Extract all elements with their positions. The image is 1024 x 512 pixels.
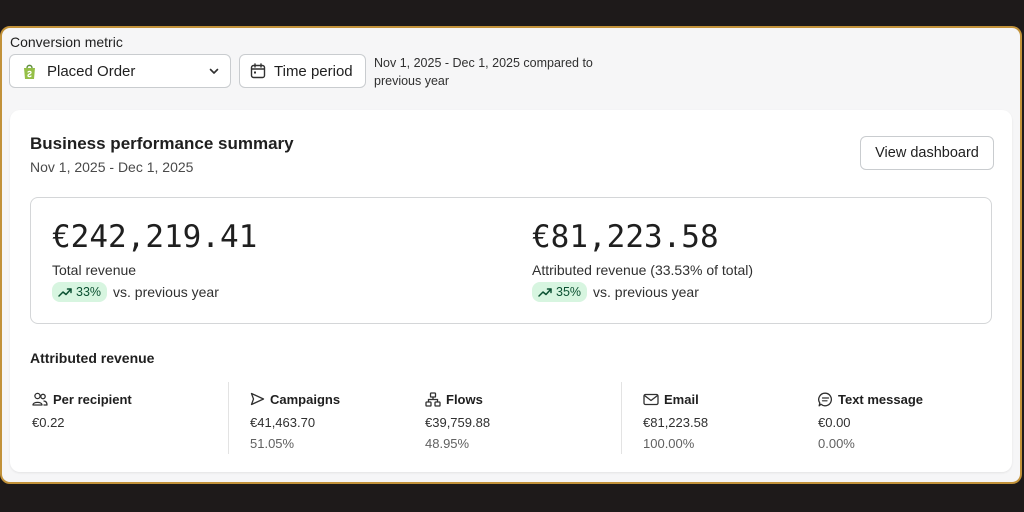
attributed-revenue-metric: €81,223.58 Attributed revenue (33.53% of… <box>532 220 753 302</box>
chevron-down-icon <box>208 65 220 77</box>
attributed-revenue-value: €81,223.58 <box>532 219 719 255</box>
flow-icon <box>425 391 441 407</box>
mail-icon <box>643 393 659 405</box>
attributed-revenue-trend: 35% vs. previous year <box>532 282 753 302</box>
stat-label: Per recipient <box>53 391 132 407</box>
selected-metric-label: Placed Order <box>47 62 136 80</box>
stat-text-message: Text message €0.00 0.00% <box>818 390 924 452</box>
stat-share: 48.95% <box>425 436 470 451</box>
message-icon <box>818 392 832 406</box>
stat-share: 51.05% <box>250 436 295 451</box>
send-icon <box>250 392 265 406</box>
total-revenue-metric: €242,219.41 Total revenue 33% vs. previo… <box>52 220 257 302</box>
users-icon <box>32 392 48 406</box>
stat-value: €0.22 <box>32 415 65 430</box>
stat-campaigns: Campaigns €41,463.70 51.05% <box>250 390 341 452</box>
view-dashboard-button[interactable]: View dashboard <box>860 136 994 170</box>
revenue-summary-box: €242,219.41 Total revenue 33% vs. previo… <box>30 197 992 324</box>
total-revenue-label: Total revenue <box>52 262 137 278</box>
shopify-bag-icon <box>22 63 37 80</box>
conversion-metric-label: Conversion metric <box>10 34 123 50</box>
stat-share: 100.00% <box>643 436 695 451</box>
total-revenue-trend: 33% vs. previous year <box>52 282 257 302</box>
card-title: Business performance summary <box>30 134 294 153</box>
attributed-revenue-label: Attributed revenue (33.53% of total) <box>532 262 754 278</box>
stat-value: €81,223.58 <box>643 415 709 430</box>
time-period-label: Time period <box>274 62 353 80</box>
total-revenue-value: €242,219.41 <box>52 219 258 255</box>
trend-badge: 33% <box>52 282 108 302</box>
business-performance-card: Business performance summary Nov 1, 2025… <box>10 110 1012 472</box>
calendar-icon <box>250 63 266 79</box>
stat-value: €41,463.70 <box>250 415 316 430</box>
stat-label: Flows <box>446 391 483 407</box>
stat-divider <box>621 382 622 454</box>
time-period-button[interactable]: Time period <box>239 54 366 88</box>
stat-per-recipient: Per recipient €0.22 <box>32 390 132 431</box>
card-date-range: Nov 1, 2025 - Dec 1, 2025 <box>30 159 194 175</box>
comparison-label: vs. previous year <box>113 284 219 300</box>
comparison-period-text: Nov 1, 2025 - Dec 1, 2025 compared to pr… <box>374 56 593 88</box>
trend-up-icon <box>58 288 72 297</box>
trend-percent: 35% <box>556 285 582 299</box>
app-frame: Conversion metric Placed Order Time peri… <box>0 26 1022 484</box>
stat-email: Email €81,223.58 100.00% <box>643 390 709 452</box>
comparison-label: vs. previous year <box>593 284 699 300</box>
conversion-metric-select[interactable]: Placed Order <box>9 54 231 88</box>
stat-label: Campaigns <box>270 391 341 407</box>
stat-divider <box>228 382 229 454</box>
trend-up-icon <box>538 288 552 297</box>
stat-flows: Flows €39,759.88 48.95% <box>425 390 491 452</box>
stat-value: €39,759.88 <box>425 415 491 430</box>
stat-label: Email <box>664 391 699 407</box>
stat-value: €0.00 <box>818 415 851 430</box>
stat-label: Text message <box>838 391 924 407</box>
stat-share: 0.00% <box>818 436 855 451</box>
attributed-revenue-title: Attributed revenue <box>30 350 155 366</box>
trend-percent: 33% <box>76 285 102 299</box>
trend-badge: 35% <box>532 282 588 302</box>
